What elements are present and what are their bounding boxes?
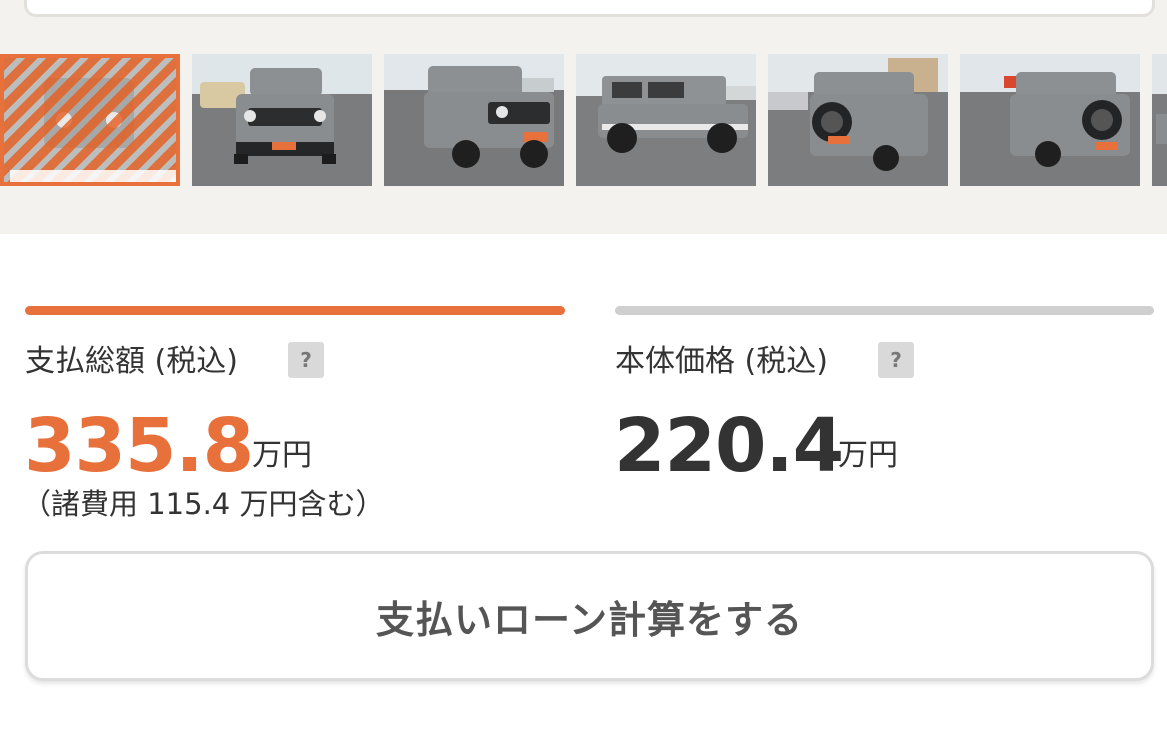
car-front-photo-icon — [192, 54, 372, 186]
total-price-value: 335.8 — [24, 403, 254, 489]
car-side-photo-icon — [576, 54, 756, 186]
car-front-three-quarter-photo-icon — [384, 54, 564, 186]
total-price-help-icon[interactable]: ? — [288, 342, 324, 378]
base-price-value: 220.4 — [614, 403, 844, 489]
selected-overlay — [4, 58, 176, 182]
base-price-unit: 万円 — [838, 438, 898, 473]
thumbnail-1-selected[interactable] — [0, 54, 180, 186]
tab-total-price-indicator[interactable] — [25, 306, 565, 315]
total-price-unit: 万円 — [252, 438, 312, 473]
thumbnail-2[interactable] — [192, 54, 372, 186]
base-price-label: 本体価格 (税込) — [615, 344, 828, 379]
photo-gallery — [0, 0, 1167, 234]
car-rear-three-quarter-photo-icon — [960, 54, 1140, 186]
loan-calculation-button[interactable]: 支払いローン計算をする — [25, 551, 1154, 681]
total-price-label: 支払総額 (税込) — [25, 344, 238, 379]
top-card — [24, 0, 1155, 17]
tab-base-price-indicator[interactable] — [615, 306, 1154, 315]
thumbnail-strip[interactable] — [0, 54, 1167, 186]
car-rear-three-quarter-photo-icon — [768, 54, 948, 186]
thumbnail-7-partial[interactable] — [1152, 54, 1167, 186]
fees-note: （諸費用 115.4 万円含む） — [22, 487, 385, 521]
thumbnail-4[interactable] — [576, 54, 756, 186]
thumbnail-6[interactable] — [960, 54, 1140, 186]
thumbnail-caption — [10, 170, 176, 182]
thumbnail-3[interactable] — [384, 54, 564, 186]
car-photo-partial-icon — [1152, 54, 1167, 186]
thumbnail-5[interactable] — [768, 54, 948, 186]
base-price-help-icon[interactable]: ? — [878, 342, 914, 378]
